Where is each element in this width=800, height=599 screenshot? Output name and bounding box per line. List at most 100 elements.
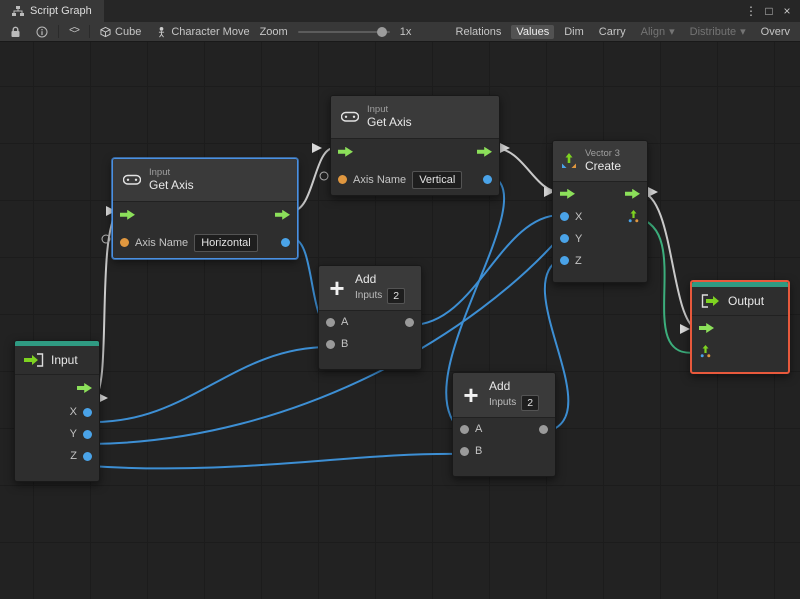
lock-button[interactable] (5, 25, 26, 39)
flow-input-port[interactable] (338, 146, 353, 157)
zoom-slider[interactable] (297, 26, 390, 37)
axis-name-field[interactable]: Horizontal (194, 233, 258, 252)
port-z-input[interactable] (560, 256, 569, 266)
values-toggle[interactable]: Values (511, 24, 555, 39)
port-z-output[interactable] (83, 451, 92, 461)
flow-output-port[interactable] (625, 188, 640, 199)
zoom-value: 1x (399, 25, 412, 38)
dim-toggle[interactable]: Dim (559, 25, 589, 39)
port-x-output[interactable] (83, 407, 92, 417)
overview-button[interactable]: Overv (756, 25, 795, 39)
value-output-port[interactable] (281, 238, 290, 248)
relations-toggle[interactable]: Relations (451, 25, 507, 39)
cube-icon (100, 26, 111, 37)
graph-canvas[interactable]: Input Get Axis Axis Name Vertical Input … (0, 42, 800, 599)
toolbar-separator (58, 25, 59, 38)
node-header: Input Get Axis (113, 159, 297, 202)
flow-arrowhead (680, 324, 690, 334)
node-header: Vector 3 Create (553, 141, 647, 182)
vector-input-port[interactable] (699, 344, 712, 358)
gamepad-icon (123, 175, 141, 186)
zoom-label: Zoom (259, 25, 288, 38)
node-title: Get Axis (149, 178, 194, 193)
flow-input-port[interactable] (560, 188, 575, 199)
flow-arrowhead (500, 143, 510, 153)
unconnected-port-indicator (319, 171, 329, 181)
axis-name-field[interactable]: Vertical (412, 170, 463, 189)
node-category: Input (367, 104, 389, 115)
node-input-event[interactable]: Input X Y Z (14, 340, 100, 482)
character-move-breadcrumb[interactable]: Character Move (151, 25, 254, 39)
vector-result-port[interactable] (627, 210, 640, 223)
node-category: Input (149, 167, 171, 178)
node-category: Vector 3 (585, 148, 620, 159)
axis-name-input-port[interactable] (338, 175, 347, 185)
window-controls: ⋮ □ × (742, 0, 800, 22)
value-output-port[interactable] (483, 175, 492, 185)
port-y-output[interactable] (83, 429, 92, 439)
chevron-down-icon: ▾ (740, 26, 746, 38)
flow-output-port[interactable] (477, 146, 492, 157)
inputs-count-field[interactable]: 2 (521, 395, 540, 412)
cube-context-button[interactable]: Cube (95, 25, 146, 39)
node-title: Input (51, 353, 78, 367)
add-icon: + (329, 273, 345, 304)
flow-output-port[interactable] (275, 209, 290, 220)
node-footer (453, 462, 555, 476)
node-add-2[interactable]: + Add Inputs 2 A B (452, 372, 556, 478)
port-x-input[interactable] (560, 212, 569, 222)
add-icon: + (463, 380, 479, 411)
port-a-input[interactable] (460, 424, 469, 434)
node-title: Get Axis (367, 115, 412, 130)
edge-data-input-x-to-add1-b[interactable] (89, 346, 330, 424)
toolbar-separator (89, 25, 91, 38)
flow-input-port[interactable] (120, 209, 135, 220)
edge-data-input-z-to-add2-b[interactable] (89, 452, 464, 470)
distribute-dropdown[interactable]: Distribute ▾ (685, 24, 751, 39)
node-get-axis-horizontal[interactable]: Input Get Axis Axis Name Horizontal (112, 158, 298, 259)
edge-flow-vector3-to-output[interactable] (639, 191, 697, 330)
input-event-icon (24, 353, 44, 367)
port-a-input[interactable] (326, 317, 335, 327)
close-icon[interactable]: × (778, 0, 796, 22)
port-b-label: B (475, 445, 483, 458)
cube-label: Cube (115, 25, 142, 38)
axis-name-label: Axis Name (135, 236, 189, 249)
node-add-1[interactable]: + Add Inputs 2 A B (318, 265, 422, 371)
node-footer (319, 355, 421, 369)
code-view-button[interactable]: <> (64, 25, 84, 38)
align-dropdown[interactable]: Align ▾ (636, 24, 680, 39)
port-x-label: X (575, 210, 583, 223)
node-get-axis-vertical[interactable]: Input Get Axis Axis Name Vertical (330, 95, 500, 196)
flow-arrowhead (312, 143, 322, 153)
flow-input-port[interactable] (699, 323, 714, 333)
graph-toolbar: <> Cube Character Move Zoom 1x Relations… (0, 22, 800, 42)
port-b-input[interactable] (460, 446, 469, 456)
maximize-icon[interactable]: □ (760, 0, 778, 22)
sum-output-port[interactable] (539, 424, 548, 434)
inputs-count-field[interactable]: 2 (387, 288, 406, 305)
node-output-event[interactable]: Output (690, 280, 790, 374)
sum-output-port[interactable] (405, 317, 414, 327)
port-y-label: Y (575, 232, 583, 245)
flow-output-port[interactable] (77, 383, 92, 393)
script-graph-icon (12, 5, 24, 16)
edge-data-add1-to-vector3-x[interactable] (410, 214, 561, 326)
tab-script-graph[interactable]: Script Graph (0, 0, 104, 22)
carry-toggle[interactable]: Carry (594, 25, 631, 39)
window-tab-bar: Script Graph ⋮ □ × (0, 0, 800, 22)
port-a-label: A (341, 316, 349, 329)
align-label: Align (640, 25, 666, 38)
zoom-knob[interactable] (376, 26, 387, 37)
edge-flow-getaxis-horizontal-to-vertical[interactable] (291, 147, 335, 212)
edge-flow-getaxis-vertical-to-vector3[interactable] (493, 147, 561, 193)
axis-name-input-port[interactable] (120, 238, 129, 248)
node-vector3-create[interactable]: Vector 3 Create X Y Z (552, 140, 648, 283)
lock-icon (11, 26, 20, 37)
port-y-input[interactable] (560, 234, 569, 244)
port-b-input[interactable] (326, 339, 335, 349)
menu-icon[interactable]: ⋮ (742, 0, 760, 22)
inputs-label: Inputs (489, 397, 517, 409)
info-button[interactable] (31, 25, 53, 39)
distribute-label: Distribute (689, 25, 737, 38)
